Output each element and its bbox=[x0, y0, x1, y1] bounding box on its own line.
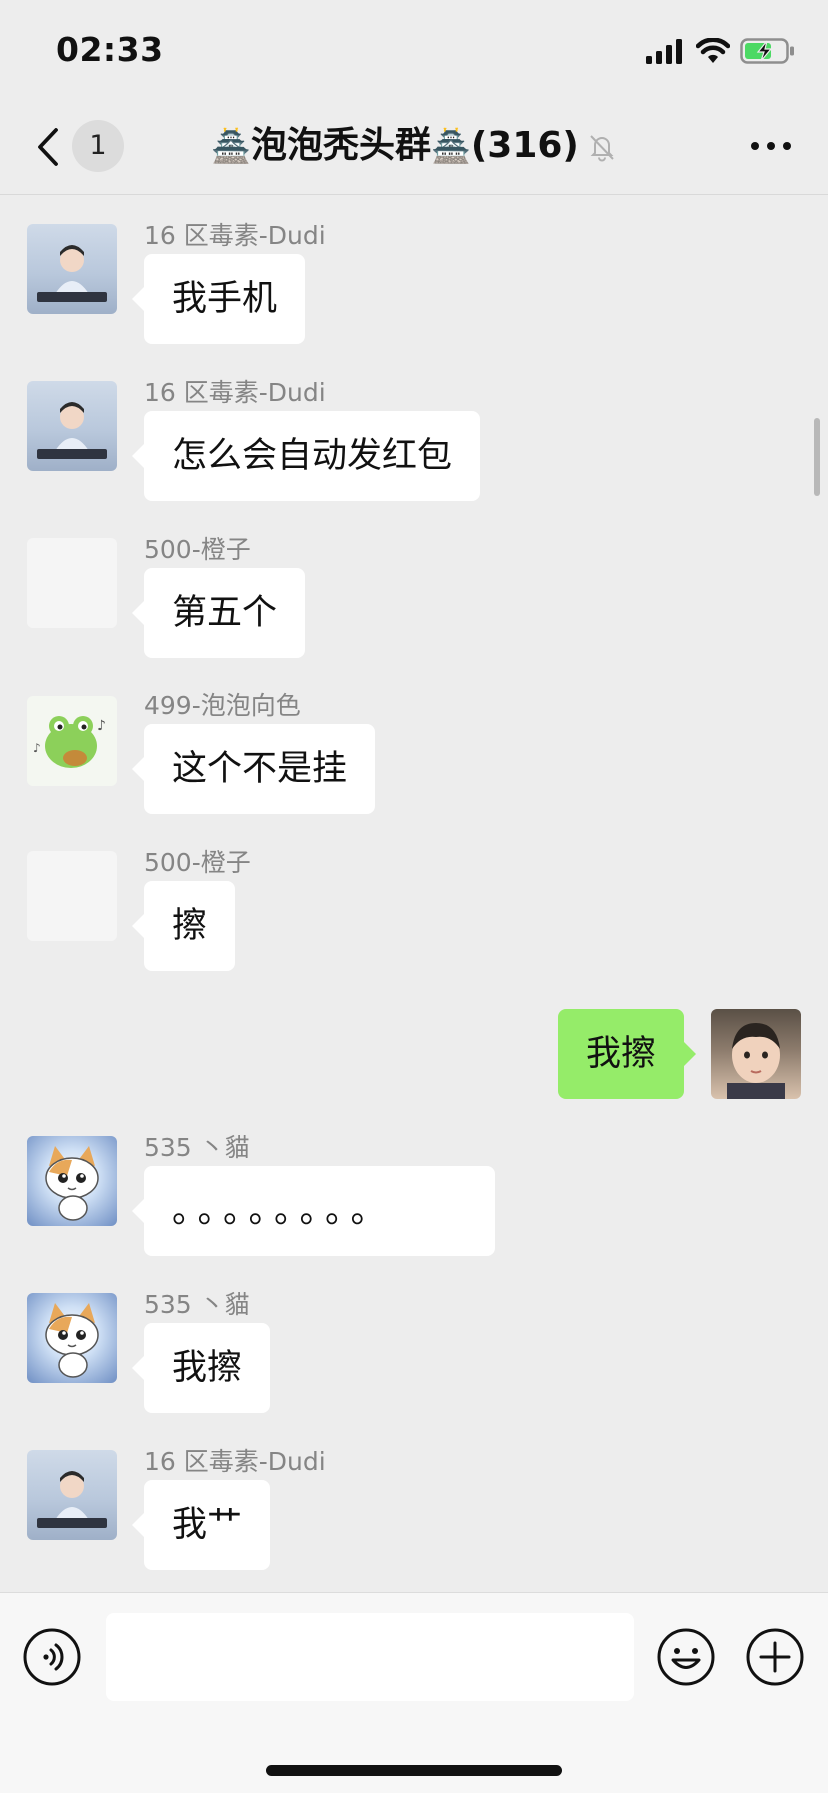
sender-name: 16 区毒素-Dudi bbox=[144, 221, 326, 250]
girl-keyboard-avatar[interactable] bbox=[27, 224, 117, 314]
girl-keyboard-avatar-art bbox=[37, 402, 107, 459]
scrollbar-thumb[interactable] bbox=[814, 418, 820, 496]
plus-icon[interactable] bbox=[745, 1627, 805, 1687]
message-bubble-outgoing[interactable]: 我擦 bbox=[557, 1009, 697, 1099]
sender-name: 16 区毒素-Dudi bbox=[144, 378, 326, 407]
member-count: (316) bbox=[470, 125, 579, 166]
input-bar bbox=[0, 1592, 828, 1793]
message-bubble[interactable]: 怎么会自动发红包 bbox=[131, 411, 481, 501]
cellular-signal-icon bbox=[646, 39, 682, 64]
message-bubble[interactable]: 我手机 bbox=[131, 254, 306, 344]
sender-name: 535 丶貓 bbox=[144, 1133, 250, 1162]
svg-text:♪: ♪ bbox=[97, 718, 106, 734]
message-bubble[interactable]: 擦 bbox=[131, 881, 236, 971]
castle-emoji-icon: 🏯 bbox=[430, 127, 471, 165]
status-bar: 02:33 bbox=[0, 0, 828, 100]
sender-name: 16 区毒素-Dudi bbox=[144, 1447, 326, 1476]
chat-screen: 02:33 1 🏯泡泡秃头群🏯(316) 16 区毒素-Dudi 我手机 16 … bbox=[0, 0, 828, 1793]
blank-avatar[interactable] bbox=[27, 851, 117, 941]
message-input[interactable] bbox=[106, 1613, 634, 1701]
cat-sticker-avatar-art bbox=[45, 1303, 99, 1378]
frog-guitar-avatar[interactable]: ♪ ♪ bbox=[27, 696, 117, 786]
castle-emoji-icon: 🏯 bbox=[211, 127, 251, 165]
wifi-icon bbox=[696, 38, 730, 63]
girl-keyboard-avatar-art bbox=[37, 245, 107, 302]
girl-keyboard-avatar[interactable] bbox=[27, 1450, 117, 1540]
message-bubble[interactable]: 这个不是挂 bbox=[131, 724, 376, 814]
message-bubble[interactable]: 。。。。。。。。 bbox=[132, 1166, 495, 1256]
status-time: 02:33 bbox=[56, 30, 164, 69]
cat-sticker-avatar-art bbox=[45, 1146, 99, 1221]
girl-keyboard-avatar[interactable] bbox=[27, 381, 117, 471]
boy-photo-avatar[interactable] bbox=[711, 1009, 801, 1099]
sender-name: 500-橙子 bbox=[144, 535, 251, 564]
chat-title: 🏯泡泡秃头群🏯(316) bbox=[0, 122, 828, 170]
chat-header: 1 🏯泡泡秃头群🏯(316) bbox=[0, 100, 828, 195]
message-bubble[interactable]: 我擦 bbox=[131, 1323, 271, 1413]
sender-name: 500-橙子 bbox=[144, 848, 251, 877]
boy-photo-avatar-art bbox=[727, 1023, 785, 1099]
message-bubble[interactable]: 我艹 bbox=[131, 1480, 271, 1570]
message-bubble[interactable]: 第五个 bbox=[131, 568, 306, 658]
cat-sticker-avatar[interactable] bbox=[27, 1293, 117, 1383]
status-icons bbox=[646, 36, 796, 66]
more-dots-icon[interactable] bbox=[750, 140, 792, 152]
bell-slash-icon bbox=[590, 135, 614, 162]
voice-icon[interactable] bbox=[22, 1627, 82, 1687]
emoji-smile-icon[interactable] bbox=[656, 1627, 716, 1687]
home-indicator[interactable] bbox=[266, 1765, 562, 1776]
group-name: 泡泡秃头群 bbox=[250, 125, 431, 166]
blank-avatar[interactable] bbox=[27, 538, 117, 628]
sender-name: 535 丶貓 bbox=[144, 1290, 250, 1319]
cat-sticker-avatar[interactable] bbox=[27, 1136, 117, 1226]
svg-text:♪: ♪ bbox=[33, 741, 41, 755]
battery-charging-icon bbox=[740, 38, 794, 64]
sender-name: 499-泡泡向色 bbox=[144, 691, 301, 720]
girl-keyboard-avatar-art bbox=[37, 1471, 107, 1528]
frog-guitar-avatar-art: ♪ ♪ bbox=[33, 716, 106, 768]
